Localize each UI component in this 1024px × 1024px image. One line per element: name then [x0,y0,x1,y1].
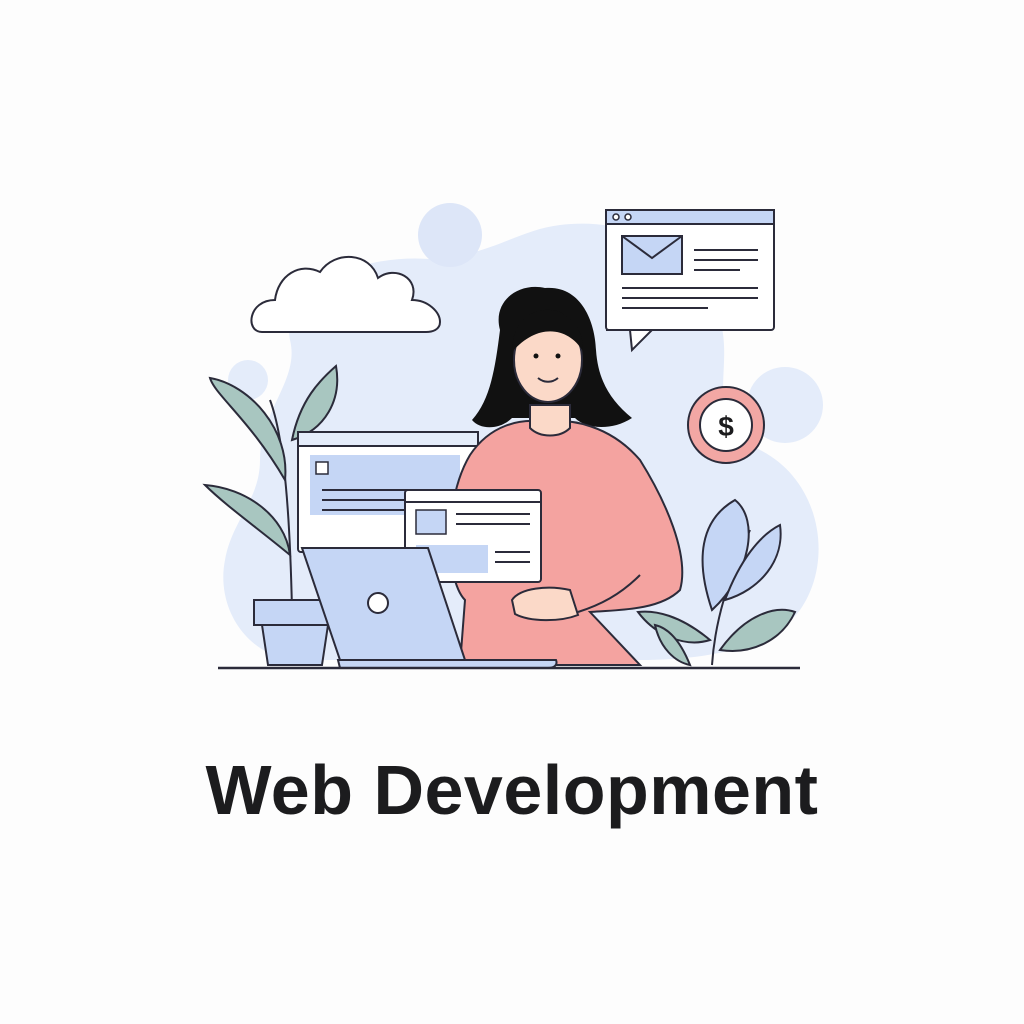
page-title: Web Development [205,751,819,829]
dollar-coin-icon: $ [687,386,765,464]
hand [510,586,580,622]
dollar-symbol: $ [718,411,734,442]
web-development-illustration: $ [202,203,823,670]
envelope-icon [621,235,683,275]
background-dot [418,203,482,267]
laptop-logo [367,592,389,614]
email-window [605,209,775,353]
page: $ Web Development [0,0,1024,1024]
